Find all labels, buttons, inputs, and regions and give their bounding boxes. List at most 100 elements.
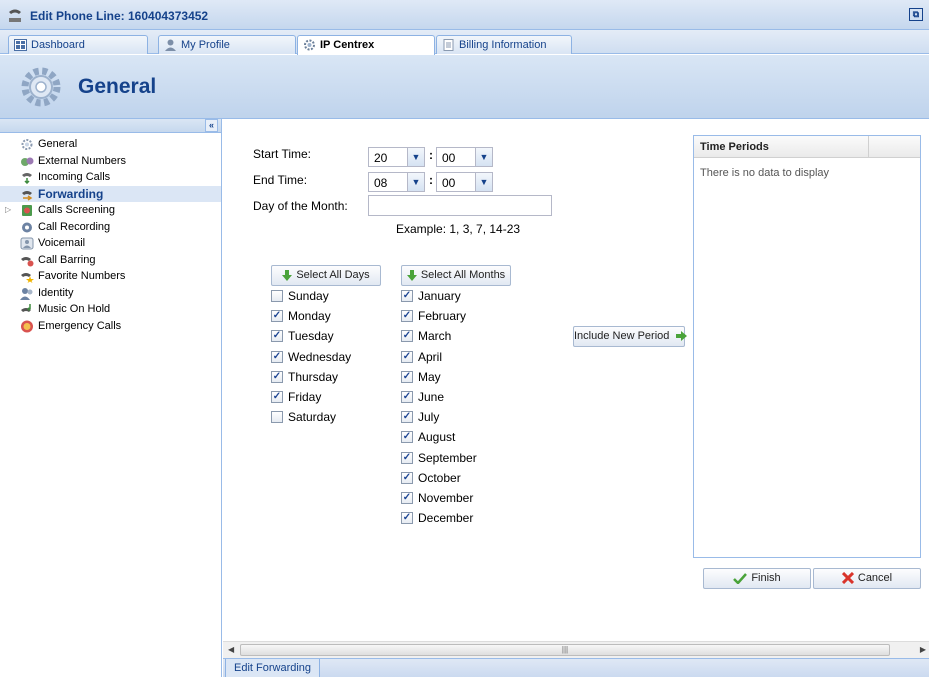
select-all-months-button[interactable]: Select All Months (401, 265, 511, 286)
tab-edit-forwarding[interactable]: Edit Forwarding (225, 659, 321, 677)
month-checkbox-july[interactable]: ✓ July (401, 410, 439, 426)
cross-icon (841, 572, 854, 585)
month-checkbox-august[interactable]: ✓ August (401, 430, 455, 446)
restore-window-button[interactable]: ⧉ (909, 8, 923, 21)
checked-checkbox-icon[interactable]: ✓ (401, 471, 413, 484)
emergency-icon (21, 320, 33, 332)
checked-checkbox-icon[interactable]: ✓ (271, 330, 283, 343)
end-hour-select[interactable]: 08 ▼ (368, 172, 425, 192)
month-checkbox-january[interactable]: ✓ January (401, 289, 461, 305)
day-checkbox-thursday[interactable]: ✓ Thursday (271, 370, 338, 386)
bottom-tabs: Edit Forwarding (223, 658, 929, 677)
sidebar-item-identity[interactable]: Identity (0, 285, 221, 302)
tab-dashboard[interactable]: Dashboard (8, 35, 148, 54)
include-new-period-label: Include New Period (574, 330, 670, 342)
numbers-icon (21, 157, 34, 166)
checkbox-label: September (418, 450, 477, 465)
arrow-down-icon (406, 269, 417, 281)
end-hour-value: 08 (374, 176, 388, 190)
tab-billing-information[interactable]: Billing Information (436, 35, 572, 54)
tab-ip-centrex[interactable]: IP Centrex (297, 35, 435, 55)
day-of-month-input[interactable] (368, 195, 552, 216)
expand-arrow-icon[interactable]: ▷ (5, 202, 11, 218)
sidebar-item-label: General (38, 138, 78, 150)
checked-checkbox-icon[interactable]: ✓ (401, 391, 413, 403)
chevron-down-icon[interactable]: ▼ (475, 148, 492, 166)
chevron-down-icon[interactable]: ▼ (407, 173, 424, 191)
sidebar-item-external-numbers[interactable]: External Numbers (0, 153, 221, 170)
month-checkbox-march[interactable]: ✓ March (401, 329, 451, 345)
month-checkbox-december[interactable]: ✓ December (401, 511, 473, 527)
include-new-period-button[interactable]: Include New Period (573, 326, 688, 347)
start-hour-value: 20 (374, 151, 388, 165)
dashboard-icon (14, 39, 27, 51)
end-minute-select[interactable]: 00 ▼ (436, 172, 493, 192)
checked-checkbox-icon[interactable]: ✓ (401, 350, 413, 363)
cancel-button[interactable]: Cancel (813, 568, 921, 589)
month-checkbox-september[interactable]: ✓ September (401, 451, 477, 467)
unchecked-checkbox-icon[interactable] (271, 411, 283, 424)
select-all-days-button[interactable]: Select All Days (271, 265, 381, 286)
column-header-time-periods[interactable]: Time Periods (700, 141, 769, 153)
tab-my-profile[interactable]: My Profile (158, 35, 296, 54)
scrollbar-thumb[interactable]: ||| (240, 644, 890, 656)
collapse-sidebar-button[interactable]: « (205, 119, 218, 132)
start-time-label: Start Time: (253, 147, 312, 161)
chevron-down-icon[interactable]: ▼ (407, 148, 424, 166)
finish-button[interactable]: Finish (703, 568, 811, 589)
tab-edit-forwarding-label: Edit Forwarding (234, 662, 312, 674)
checked-checkbox-icon[interactable]: ✓ (401, 290, 413, 302)
sidebar-item-call-recording[interactable]: Call Recording (0, 219, 221, 236)
sidebar-item-favorite-numbers[interactable]: Favorite Numbers (0, 268, 221, 285)
sidebar-item-music-on-hold[interactable]: Music On Hold (0, 301, 221, 318)
empty-grid-message: There is no data to display (700, 167, 830, 179)
day-checkbox-sunday[interactable]: Sunday (271, 289, 329, 305)
checked-checkbox-icon[interactable]: ✓ (401, 330, 413, 343)
checked-checkbox-icon[interactable]: ✓ (401, 492, 413, 504)
checked-checkbox-icon[interactable]: ✓ (271, 391, 283, 403)
day-checkbox-friday[interactable]: ✓ Friday (271, 390, 321, 406)
checkbox-label: Monday (288, 309, 331, 324)
sidebar-item-incoming-calls[interactable]: Incoming Calls (0, 169, 221, 186)
tab-dashboard-label: Dashboard (31, 39, 85, 51)
sidebar-item-forwarding[interactable]: Forwarding (0, 185, 221, 202)
sidebar-item-calls-screening[interactable]: ▷ Calls Screening (0, 202, 221, 219)
checked-checkbox-icon[interactable]: ✓ (271, 350, 283, 363)
scroll-right-icon[interactable]: ▶ (920, 645, 926, 654)
chevron-down-icon[interactable]: ▼ (475, 173, 492, 191)
checkbox-label: June (418, 390, 445, 404)
day-checkbox-monday[interactable]: ✓ Monday (271, 309, 331, 325)
checked-checkbox-icon[interactable]: ✓ (401, 370, 413, 383)
sidebar-item-voicemail[interactable]: Voicemail (0, 235, 221, 252)
checked-checkbox-icon[interactable]: ✓ (401, 310, 413, 323)
finish-label: Finish (751, 572, 781, 584)
checked-checkbox-icon[interactable]: ✓ (401, 411, 413, 424)
day-checkbox-saturday[interactable]: Saturday (271, 410, 336, 426)
unchecked-checkbox-icon[interactable] (271, 290, 283, 302)
window-title: Edit Phone Line: 160404373452 (30, 9, 209, 23)
checked-checkbox-icon[interactable]: ✓ (271, 370, 283, 383)
checked-checkbox-icon[interactable]: ✓ (401, 512, 413, 525)
horizontal-scrollbar[interactable]: ◀ ||| ▶ (223, 641, 929, 658)
start-hour-select[interactable]: 20 ▼ (368, 147, 425, 167)
month-checkbox-may[interactable]: ✓ May (401, 370, 441, 386)
month-checkbox-april[interactable]: ✓ April (401, 350, 442, 366)
select-all-months-label: Select All Months (420, 269, 506, 281)
scroll-left-icon[interactable]: ◀ (228, 645, 234, 654)
month-checkbox-february[interactable]: ✓ February (401, 309, 466, 325)
checked-checkbox-icon[interactable]: ✓ (401, 431, 413, 444)
sidebar-item-label: Calls Screening (38, 204, 116, 216)
end-minute-value: 00 (442, 176, 456, 190)
day-checkbox-tuesday[interactable]: ✓ Tuesday (271, 329, 334, 345)
start-minute-select[interactable]: 00 ▼ (436, 147, 493, 167)
month-checkbox-june[interactable]: ✓ June (401, 390, 444, 406)
checked-checkbox-icon[interactable]: ✓ (271, 310, 283, 323)
month-checkbox-october[interactable]: ✓ October (401, 471, 461, 487)
screening-icon (22, 205, 32, 216)
checked-checkbox-icon[interactable]: ✓ (401, 451, 413, 464)
sidebar-item-general[interactable]: General (0, 136, 221, 153)
day-checkbox-wednesday[interactable]: ✓ Wednesday (271, 350, 351, 366)
sidebar-item-emergency-calls[interactable]: Emergency Calls (0, 318, 221, 335)
month-checkbox-november[interactable]: ✓ November (401, 491, 473, 507)
sidebar-item-call-barring[interactable]: Call Barring (0, 252, 221, 269)
